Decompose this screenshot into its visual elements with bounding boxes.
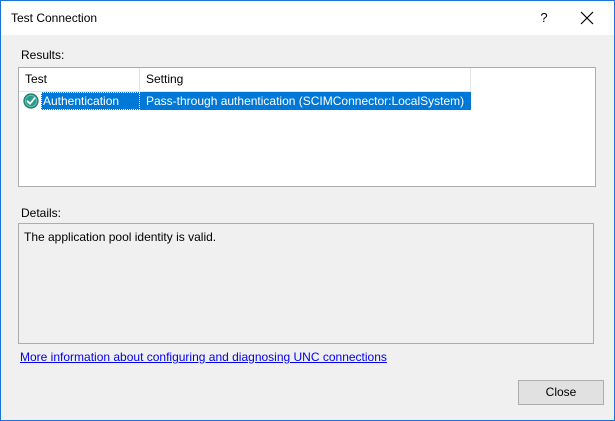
column-header-test[interactable]: Test [19, 68, 140, 91]
cell-setting-value: Pass-through authentication (SCIMConnect… [140, 92, 471, 110]
close-button[interactable]: Close [518, 380, 604, 405]
column-header-setting[interactable]: Setting [140, 68, 471, 91]
close-window-button[interactable] [567, 5, 607, 31]
success-check-icon [23, 93, 39, 109]
details-text: The application pool identity is valid. [24, 230, 217, 244]
details-label: Details: [21, 206, 62, 220]
title-bar: Test Connection ? [1, 1, 614, 35]
details-textbox[interactable]: The application pool identity is valid. [18, 223, 594, 344]
close-icon [580, 11, 594, 25]
results-label: Results: [21, 48, 65, 62]
list-header: Test Setting [19, 68, 471, 92]
result-row-authentication[interactable]: Authentication Pass-through authenticati… [19, 92, 471, 110]
results-list[interactable]: Test Setting Authentication Pass-through… [18, 67, 596, 187]
help-button[interactable]: ? [529, 5, 559, 31]
test-connection-dialog: Test Connection ? Results: Test Setting … [0, 0, 615, 421]
more-information-link[interactable]: More information about configuring and d… [20, 350, 387, 364]
window-title: Test Connection [11, 11, 98, 25]
cell-test-name: Authentication [41, 92, 140, 110]
